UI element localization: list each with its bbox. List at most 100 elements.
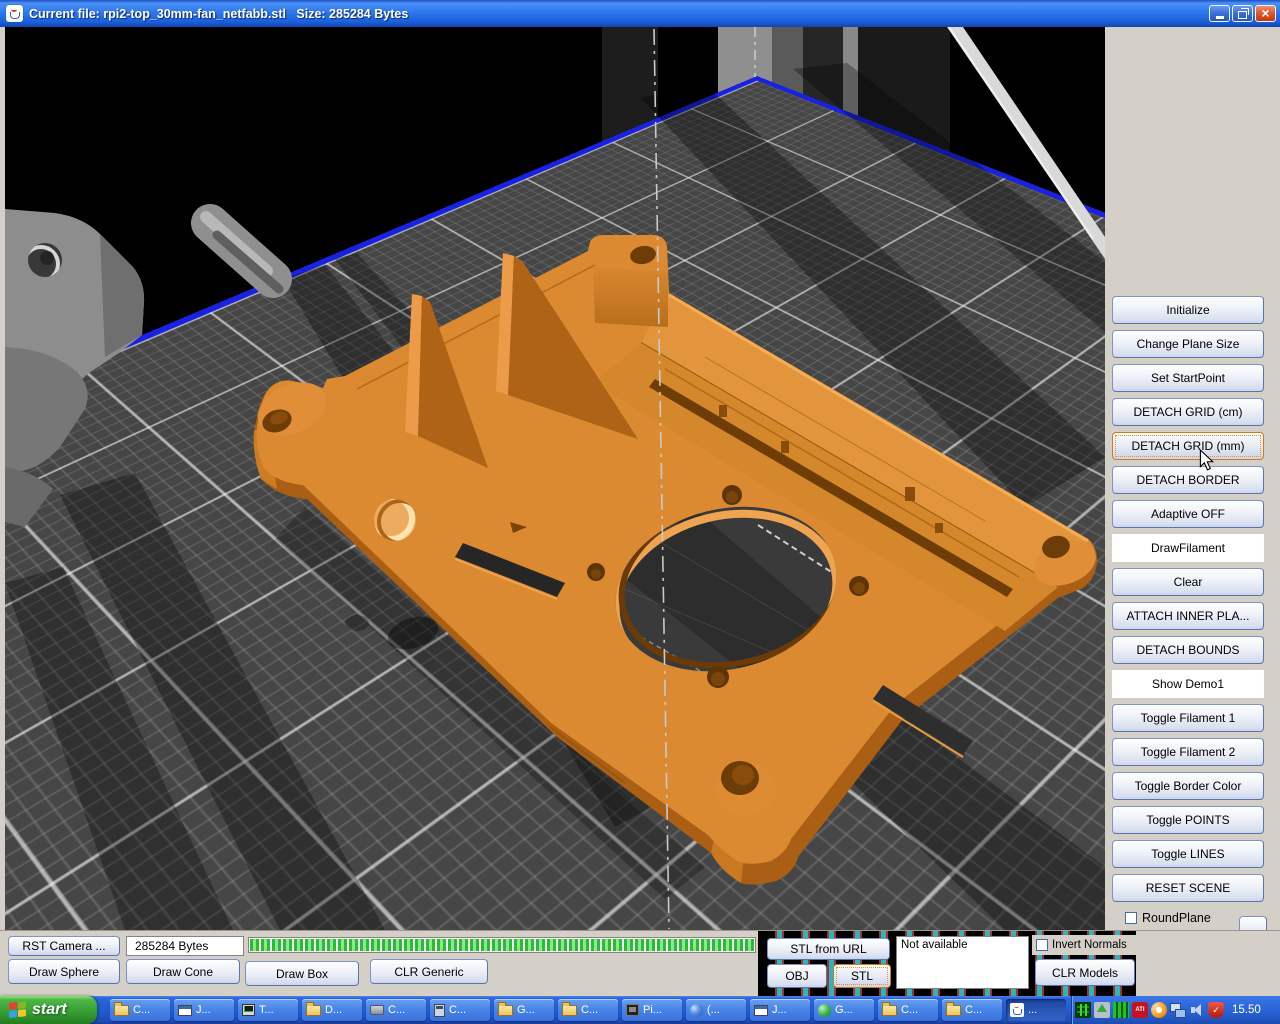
detach-grid-cm-button[interactable]: DETACH GRID (cm) bbox=[1112, 398, 1264, 426]
obj-button[interactable]: OBJ bbox=[767, 964, 827, 988]
taskbar-item-7[interactable]: G... bbox=[494, 999, 554, 1021]
progress-fill bbox=[250, 939, 754, 951]
taskbar-item-13[interactable]: C... bbox=[878, 999, 938, 1021]
calculator-icon bbox=[434, 1003, 445, 1017]
globe-icon bbox=[690, 1003, 703, 1017]
taskbar-item-5[interactable]: C... bbox=[366, 999, 426, 1021]
taskbar-item-label: C... bbox=[901, 1004, 919, 1016]
show-demo1-button[interactable]: Show Demo1 bbox=[1112, 670, 1264, 698]
detach-border-button[interactable]: DETACH BORDER bbox=[1112, 466, 1264, 494]
progress-bar bbox=[248, 937, 756, 953]
clr-generic-button[interactable]: CLR Generic bbox=[370, 959, 488, 984]
detach-grid-mm-button[interactable]: DETACH GRID (mm) bbox=[1112, 432, 1264, 460]
taskbar-item-14[interactable]: C... bbox=[942, 999, 1002, 1021]
restore-icon bbox=[1238, 7, 1249, 19]
drive-icon bbox=[370, 1005, 384, 1015]
taskbar-item-4[interactable]: D... bbox=[302, 999, 362, 1021]
drawfilament-button[interactable]: DrawFilament bbox=[1112, 534, 1264, 562]
agent-icon[interactable] bbox=[1151, 1002, 1167, 1018]
taskbar-item-label: G... bbox=[517, 1004, 535, 1016]
taskbar-item-9[interactable]: Pi... bbox=[622, 999, 682, 1021]
taskbar-item-label: G... bbox=[835, 1004, 853, 1016]
taskbar-item-label: C... bbox=[449, 1004, 467, 1016]
taskbar-item-label: (... bbox=[707, 1004, 720, 1016]
minimize-icon bbox=[1215, 16, 1224, 19]
guide-rod bbox=[191, 204, 292, 298]
taskbar-item-label: J... bbox=[772, 1004, 787, 1016]
roundplane-label: RoundPlane bbox=[1142, 911, 1211, 925]
titlebar[interactable]: Current file: rpi2-top_30mm-fan_netfabb.… bbox=[0, 0, 1280, 27]
taskbar-item-label: C... bbox=[133, 1004, 151, 1016]
initialize-button[interactable]: Initialize bbox=[1112, 296, 1264, 324]
messenger-icon bbox=[818, 1003, 831, 1017]
matrix-icon[interactable] bbox=[1075, 1002, 1091, 1018]
taskbar-item-10[interactable]: (... bbox=[686, 999, 746, 1021]
update-arrow-icon[interactable] bbox=[1094, 1002, 1110, 1018]
invert-normals-label: Invert Normals bbox=[1052, 939, 1127, 951]
close-button[interactable]: × bbox=[1255, 5, 1276, 22]
toggle-filament-2-button[interactable]: Toggle Filament 2 bbox=[1112, 738, 1264, 766]
attach-inner-pla-button[interactable]: ATTACH INNER PLA... bbox=[1112, 602, 1264, 630]
toggle-border-color-button[interactable]: Toggle Border Color bbox=[1112, 772, 1264, 800]
scene-overlay bbox=[5, 27, 1105, 930]
taskbar-item-2[interactable]: J... bbox=[174, 999, 234, 1021]
change-plane-size-button[interactable]: Change Plane Size bbox=[1112, 330, 1264, 358]
invert-normals-checkbox[interactable] bbox=[1036, 939, 1048, 951]
taskbar-item-8[interactable]: C... bbox=[558, 999, 618, 1021]
draw-cone-button[interactable]: Draw Cone bbox=[126, 959, 240, 984]
taskbar: start C... J... T... D... C... C... G... C... Pi… bbox=[0, 996, 1280, 1024]
stl-button[interactable]: STL bbox=[833, 964, 891, 988]
start-label: start bbox=[32, 1001, 67, 1018]
taskbar-item-label: D... bbox=[325, 1004, 343, 1016]
bytes-field[interactable]: 285284 Bytes bbox=[126, 936, 244, 956]
rst-camera-button[interactable]: RST Camera ... bbox=[8, 936, 120, 956]
taskbar-item-label: C... bbox=[965, 1004, 983, 1016]
roundplane-checkbox[interactable] bbox=[1125, 912, 1137, 924]
taskbar-clock: 15.50 bbox=[1232, 1004, 1261, 1016]
taskbar-item-label: J... bbox=[196, 1004, 211, 1016]
taskbar-item-3[interactable]: T... bbox=[238, 999, 298, 1021]
taskbar-item-12[interactable]: G... bbox=[814, 999, 874, 1021]
folder-icon bbox=[306, 1001, 321, 1016]
network-icon[interactable] bbox=[1170, 1002, 1186, 1018]
taskbar-item-label: C... bbox=[388, 1004, 406, 1016]
taskbar-item-1[interactable]: C... bbox=[110, 999, 170, 1021]
draw-sphere-button[interactable]: Draw Sphere bbox=[8, 959, 120, 984]
taskbar-item-11[interactable]: J... bbox=[750, 999, 810, 1021]
minimize-button[interactable] bbox=[1209, 5, 1230, 22]
toggle-lines-button[interactable]: Toggle LINES bbox=[1112, 840, 1264, 868]
system-tray: ATI ✓ 15.50 bbox=[1071, 996, 1280, 1024]
folder-icon bbox=[882, 1001, 897, 1016]
ati-icon[interactable]: ATI bbox=[1132, 1002, 1148, 1018]
taskbar-item-15[interactable]: ... bbox=[1006, 999, 1066, 1021]
adaptive-off-button[interactable]: Adaptive OFF bbox=[1112, 500, 1264, 528]
restore-button[interactable] bbox=[1232, 5, 1253, 22]
windows-logo-icon bbox=[9, 1001, 27, 1019]
java-app-icon bbox=[6, 5, 23, 22]
security-shield-icon[interactable]: ✓ bbox=[1208, 1002, 1224, 1018]
folder-icon bbox=[562, 1001, 577, 1016]
window-icon bbox=[754, 1004, 768, 1016]
folder-icon bbox=[498, 1001, 513, 1016]
grid-icon[interactable] bbox=[1113, 1002, 1129, 1018]
clear-button[interactable]: Clear bbox=[1112, 568, 1264, 596]
taskbar-item-6[interactable]: C... bbox=[430, 999, 490, 1021]
window-icon bbox=[178, 1004, 192, 1016]
taskbar-item-label: ... bbox=[1028, 1004, 1038, 1016]
3d-viewport[interactable] bbox=[5, 27, 1105, 930]
taskbar-item-label: Pi... bbox=[643, 1004, 662, 1016]
toggle-filament-1-button[interactable]: Toggle Filament 1 bbox=[1112, 704, 1264, 732]
start-button[interactable]: start bbox=[0, 996, 97, 1024]
toggle-points-button[interactable]: Toggle POINTS bbox=[1112, 806, 1264, 834]
detach-bounds-button[interactable]: DETACH BOUNDS bbox=[1112, 636, 1264, 664]
clr-models-button[interactable]: CLR Models bbox=[1035, 959, 1135, 986]
java-icon bbox=[1010, 1003, 1024, 1017]
folder-icon bbox=[946, 1001, 961, 1016]
volume-icon[interactable] bbox=[1189, 1002, 1205, 1018]
set-startpoint-button[interactable]: Set StartPoint bbox=[1112, 364, 1264, 392]
app-window: Current file: rpi2-top_30mm-fan_netfabb.… bbox=[0, 0, 1280, 1024]
draw-box-button[interactable]: Draw Box bbox=[245, 961, 359, 986]
stl-from-url-button[interactable]: STL from URL bbox=[767, 938, 890, 960]
close-icon: × bbox=[1261, 5, 1270, 21]
reset-scene-button[interactable]: RESET SCENE bbox=[1112, 874, 1264, 902]
